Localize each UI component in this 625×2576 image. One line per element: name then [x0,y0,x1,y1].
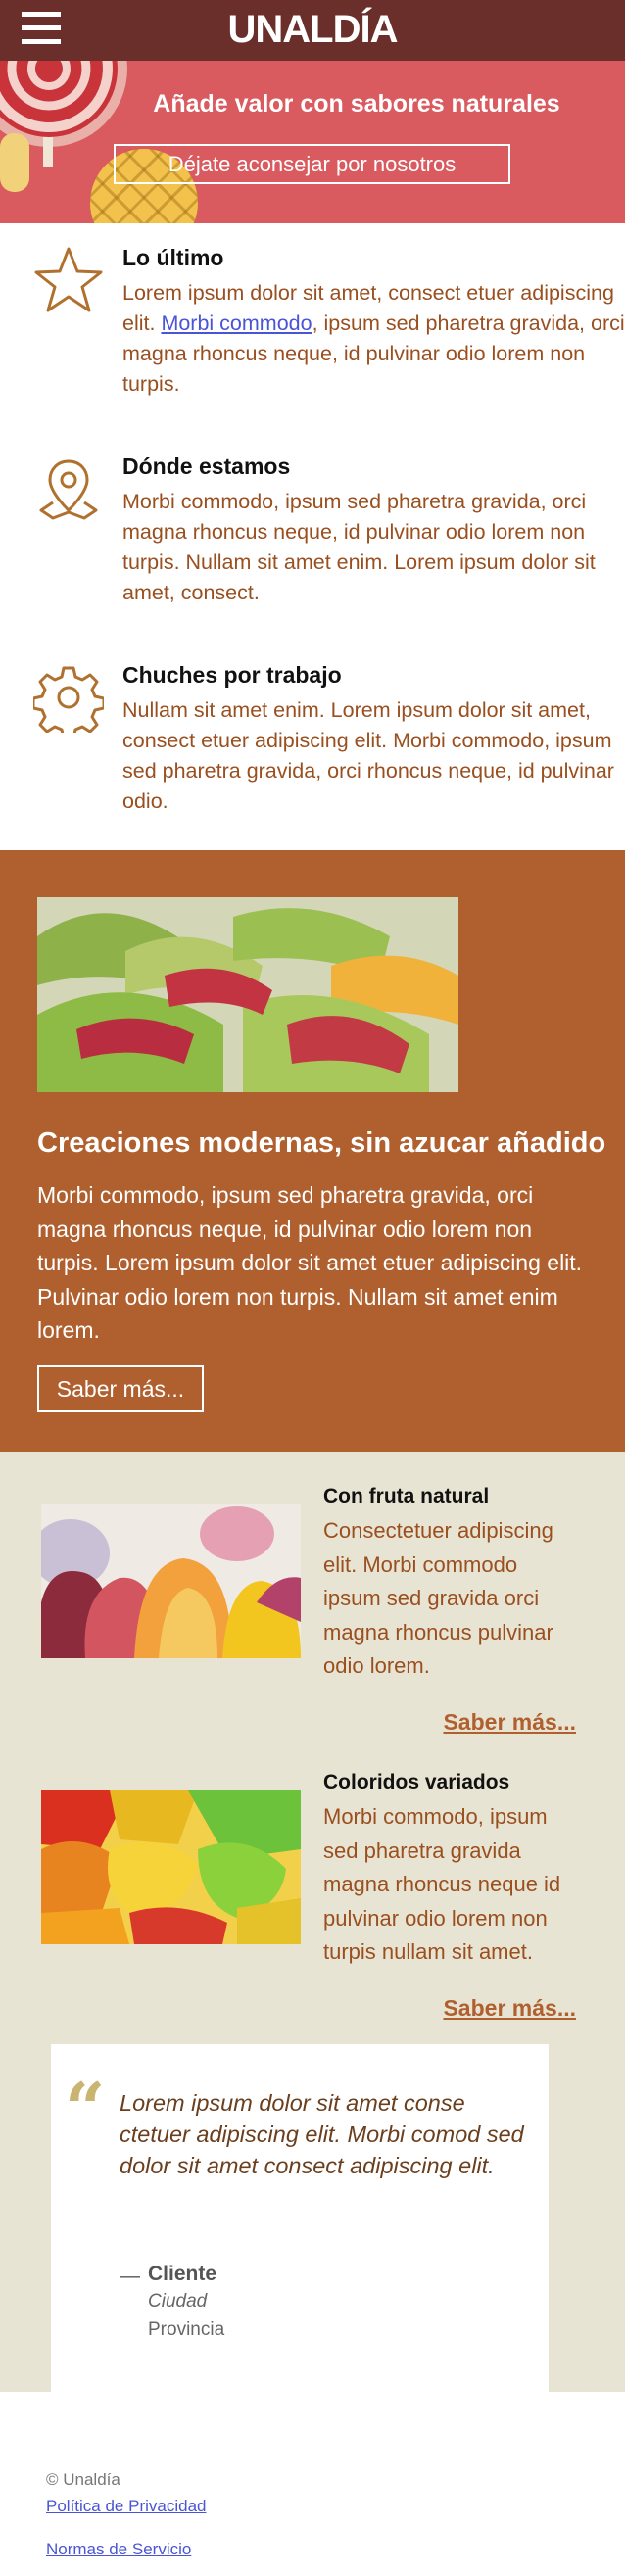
testimonial-dash: — [120,2265,140,2287]
feature-location: Dónde estamos Morbi commodo, ipsum sed p… [0,453,625,620]
testimonial-quote: Lorem ipsum dolor sit amet conse ctetuer… [120,2090,524,2178]
melon-jelly-image [37,897,458,1092]
feature-text: Lorem ipsum dolor sit amet, consect etue… [122,281,625,396]
privacy-policy-link[interactable]: Política de Privacidad [46,2497,206,2516]
star-icon [34,247,103,312]
hero-banner: UNALDÍA Añade valor con sabores naturale… [0,0,625,223]
footer-copyright: © Unaldía [46,2470,120,2489]
quote-icon: “ [65,2067,106,2150]
band-title: Creaciones modernas, sin azucar añadido [37,1127,606,1159]
gear-icon [33,666,104,733]
top-navigation-bar: UNALDÍA [0,0,625,61]
testimonial-city: Ciudad [148,2291,208,2312]
map-pin-icon [39,459,98,520]
testimonial-card: “ Lorem ipsum dolor sit amet conse ctetu… [51,2044,549,2397]
feature-latest: Lo último Lorem ipsum dolor sit amet, co… [0,245,625,411]
band-text: Morbi commodo, ipsum sed pharetra gravid… [37,1182,583,1343]
feature-work-candy: Chuches por trabajo Nullam sit amet enim… [0,662,625,829]
testimonial-author: Cliente [148,2263,217,2285]
card-text: Consectetuer adipiscing elit. Morbi comm… [323,1518,553,1678]
colorful-gummies-image [41,1790,301,1944]
brand-logo[interactable]: UNALDÍA [0,8,625,52]
card-title: Coloridos variados [323,1771,510,1793]
feature-title: Lo último [122,245,224,270]
card-learn-more-link[interactable]: Saber más... [443,1995,576,2022]
feature-text: Morbi commodo, ipsum sed pharetra gravid… [122,490,596,604]
modern-creations-section: Creaciones modernas, sin azucar añadido … [0,850,625,1452]
candy-image [0,133,29,192]
hero-advice-button[interactable]: Déjate aconsejar por nosotros [114,144,510,184]
terms-of-service-link[interactable]: Normas de Servicio [46,2540,191,2559]
card-title: Con fruta natural [323,1485,490,1507]
morbi-commodo-link[interactable]: Morbi commodo [161,311,312,335]
card-learn-more-link[interactable]: Saber más... [443,1709,576,1736]
testimonial-province: Provincia [148,2319,225,2340]
card-text: Morbi commodo, ipsum sed pharetra gravid… [323,1804,561,1964]
feature-title: Dónde estamos [122,453,291,479]
footer: © Unaldía Política de Privacidad Normas … [0,2392,625,2576]
hero-title: Añade valor con sabores naturales [153,90,560,118]
gumdrops-image [41,1504,301,1658]
band-learn-more-button[interactable]: Saber más... [37,1365,204,1412]
feature-title: Chuches por trabajo [122,662,342,688]
feature-text: Nullam sit amet enim. Lorem ipsum dolor … [122,698,614,813]
